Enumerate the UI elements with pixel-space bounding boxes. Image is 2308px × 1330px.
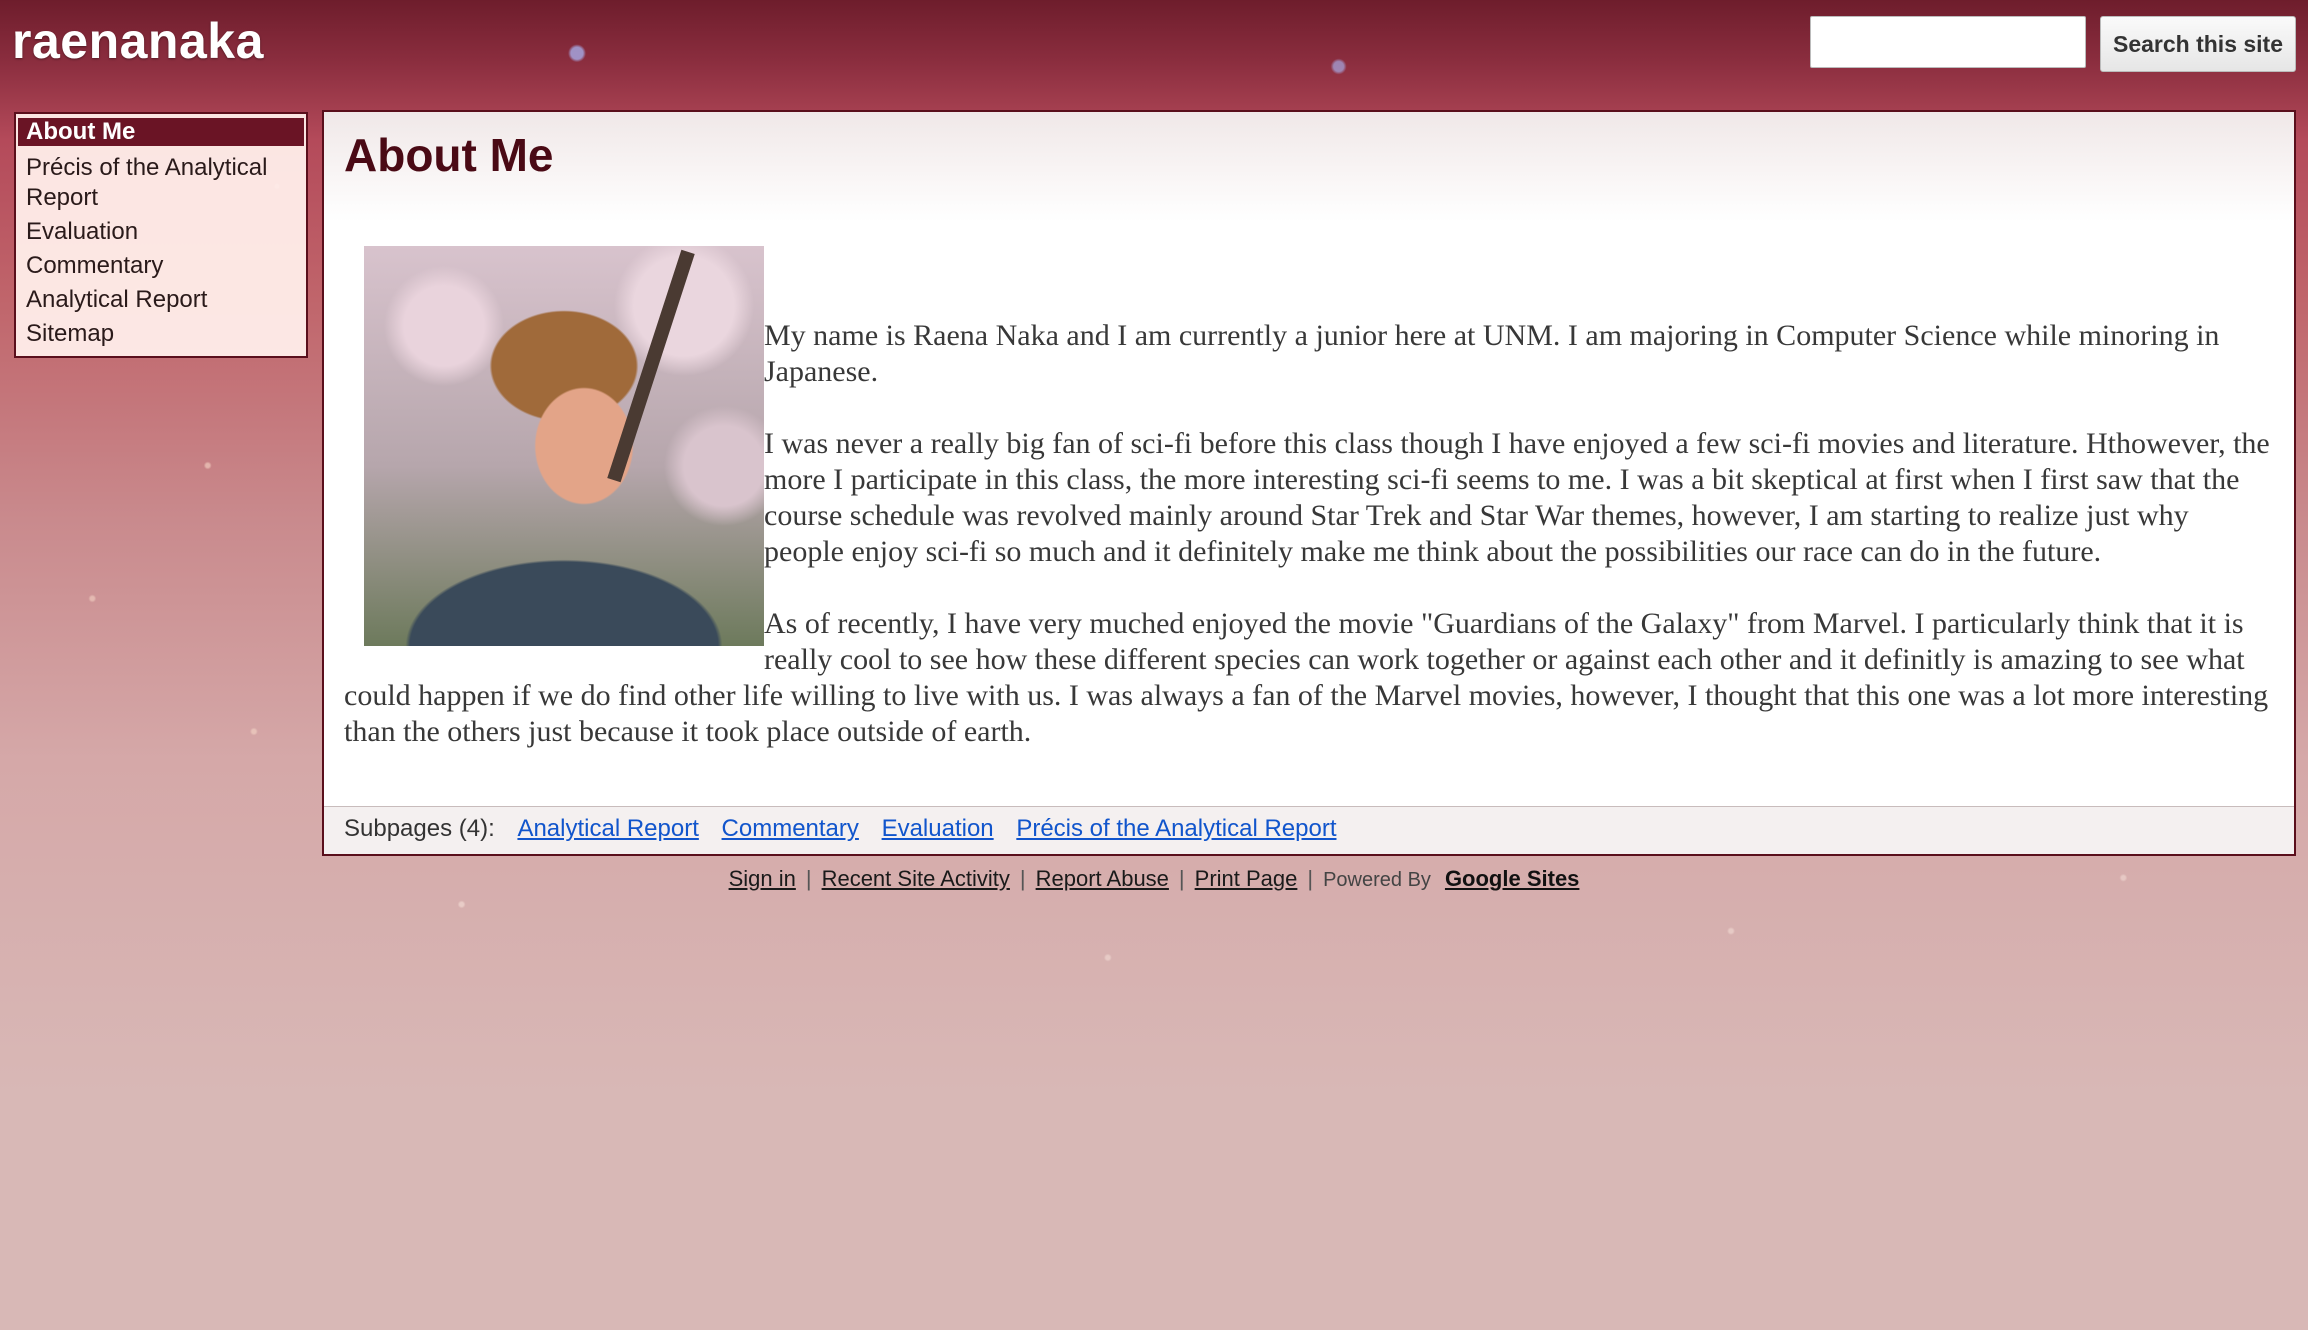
recent-activity-link[interactable]: Recent Site Activity [822, 866, 1010, 891]
search-bar: Search this site [1810, 16, 2296, 72]
subpages-bar: Subpages (4): Analytical Report Commenta… [324, 806, 2294, 854]
subpage-link-analytical-report[interactable]: Analytical Report [517, 815, 698, 842]
site-title[interactable]: raenanaka [12, 12, 264, 70]
footer-separator: | [1307, 866, 1314, 891]
sidebar-item-commentary[interactable]: Commentary [16, 250, 306, 284]
main-content: About Me My name is Raena Naka and I am … [322, 110, 2296, 856]
subpage-link-commentary[interactable]: Commentary [722, 815, 859, 842]
powered-by-label: Powered By [1323, 869, 1431, 891]
footer-separator: | [1178, 866, 1185, 891]
sidebar-item-analytical-report[interactable]: Analytical Report [16, 284, 306, 318]
sign-in-link[interactable]: Sign in [729, 866, 796, 891]
footer: Sign in | Recent Site Activity | Report Abus… [0, 866, 2308, 892]
sidebar-nav: About Me Précis of the Analytical Report… [14, 112, 308, 358]
page-title: About Me [344, 129, 554, 181]
subpages-label: Subpages (4): [344, 815, 495, 842]
page-body: My name is Raena Naka and I am currently… [344, 246, 2274, 786]
sidebar-item-sitemap[interactable]: Sitemap [16, 318, 306, 352]
search-button[interactable]: Search this site [2100, 16, 2296, 72]
photo-tree-trunk [607, 249, 695, 483]
subpage-link-precis[interactable]: Précis of the Analytical Report [1016, 815, 1336, 842]
footer-separator: | [805, 866, 812, 891]
subpage-link-evaluation[interactable]: Evaluation [882, 815, 994, 842]
search-input[interactable] [1810, 16, 2086, 68]
google-sites-link[interactable]: Google Sites [1445, 866, 1579, 891]
print-page-link[interactable]: Print Page [1195, 866, 1298, 891]
sidebar-item-precis[interactable]: Précis of the Analytical Report [16, 152, 306, 216]
sidebar-item-evaluation[interactable]: Evaluation [16, 216, 306, 250]
sidebar-item-about-me[interactable]: About Me [18, 118, 304, 146]
report-abuse-link[interactable]: Report Abuse [1036, 866, 1169, 891]
footer-separator: | [1019, 866, 1026, 891]
profile-photo [364, 246, 764, 646]
main-header [324, 112, 2294, 222]
